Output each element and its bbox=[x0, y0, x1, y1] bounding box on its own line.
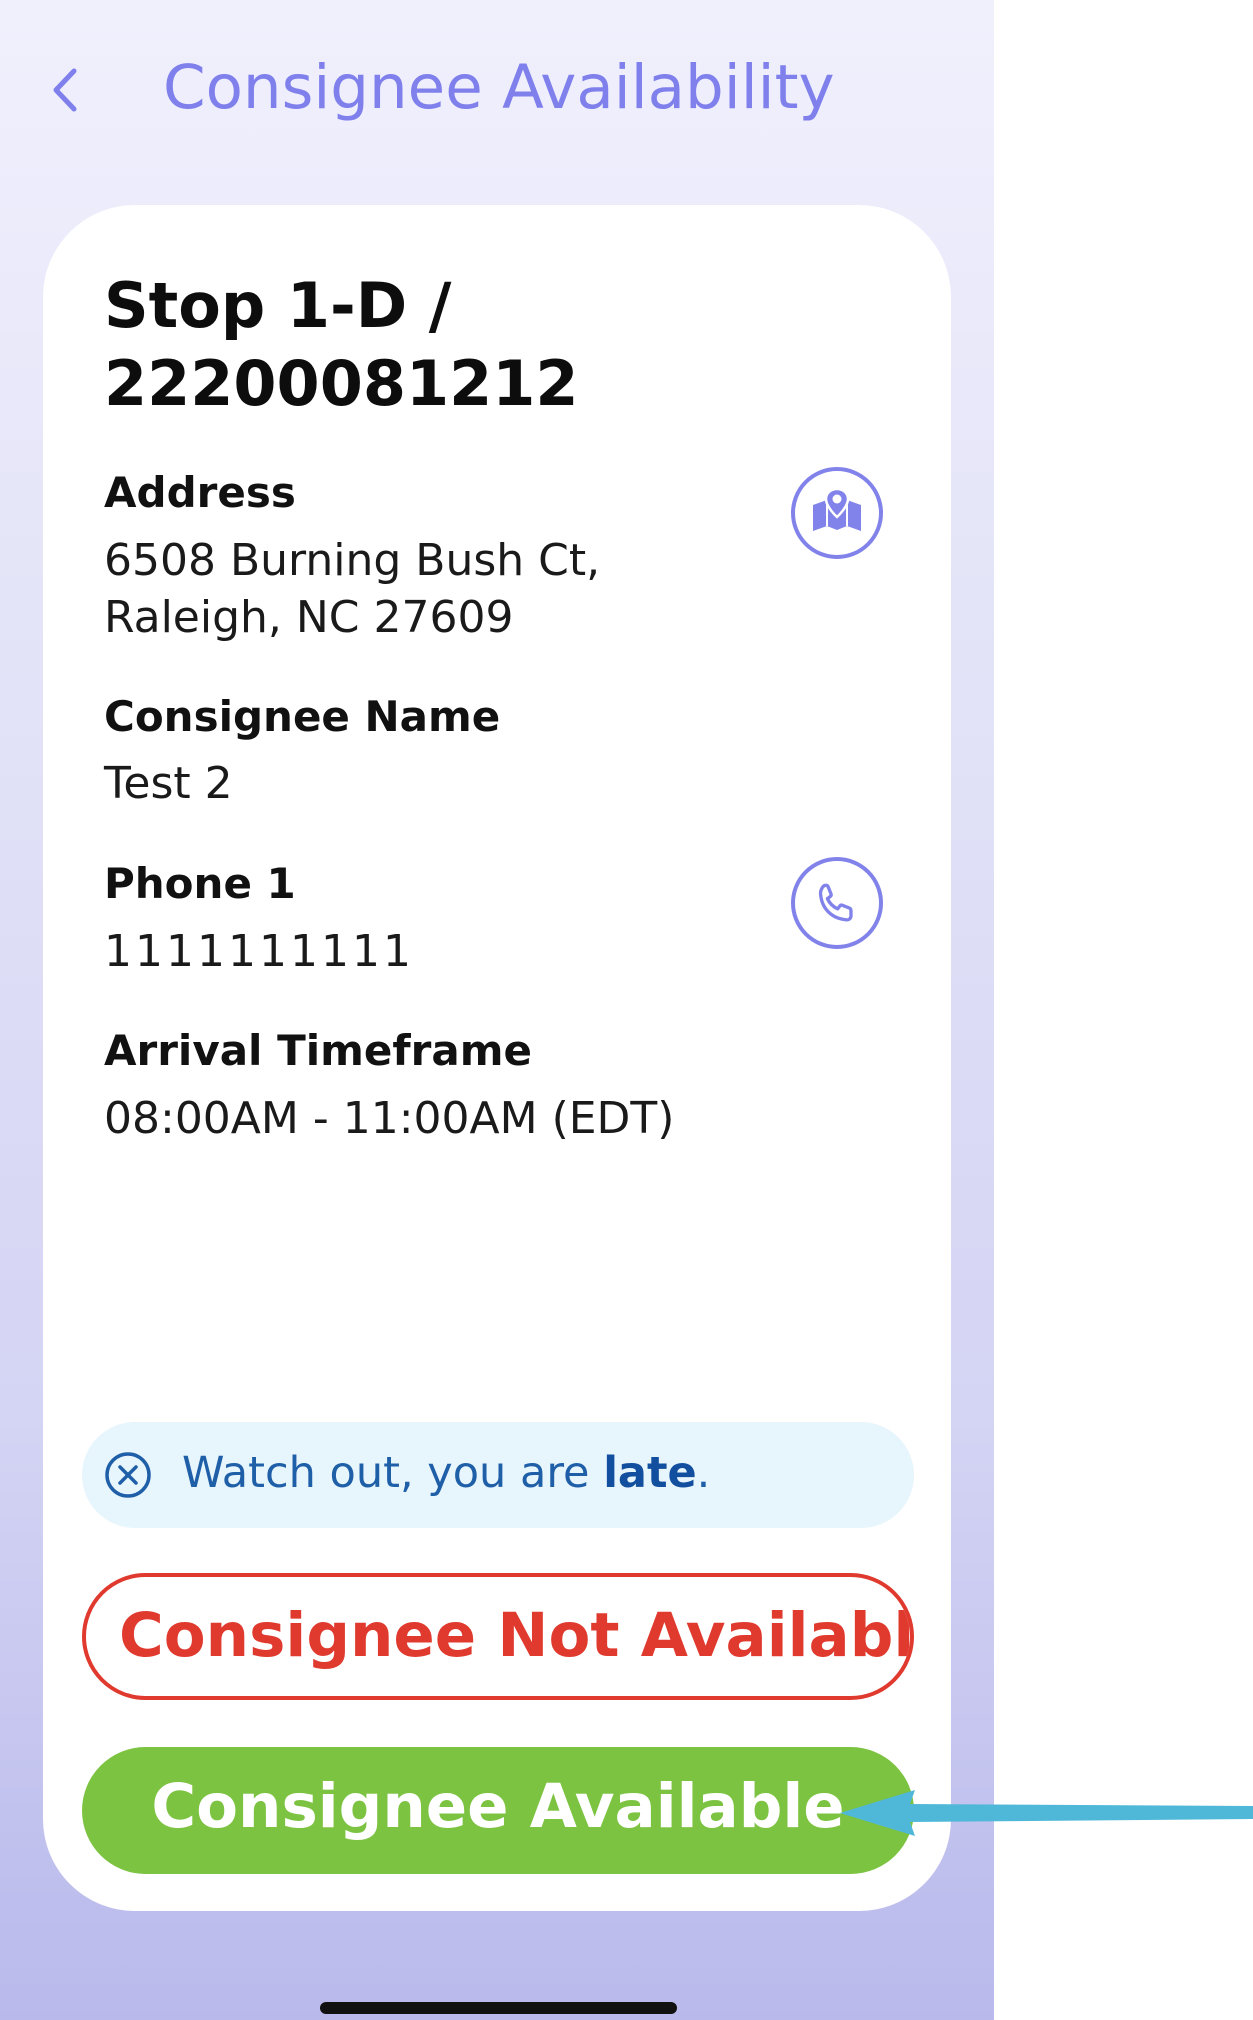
page-title: Consignee Availability bbox=[163, 52, 835, 123]
call-button[interactable] bbox=[791, 857, 883, 949]
map-button[interactable] bbox=[791, 467, 883, 559]
header: Consignee Availability bbox=[0, 0, 994, 170]
arrival-timeframe-label: Arrival Timeframe bbox=[104, 1026, 532, 1075]
consignee-available-label: Consignee Available bbox=[151, 1771, 845, 1842]
consignee-not-available-label: Consignee Not Available bbox=[119, 1600, 914, 1671]
address-value: 6508 Burning Bush Ct, Raleigh, NC 27609 bbox=[104, 535, 601, 643]
late-alert-text: Watch out, you are late. bbox=[182, 1448, 710, 1498]
close-circle-icon[interactable] bbox=[104, 1451, 152, 1499]
home-indicator bbox=[320, 2002, 677, 2014]
stop-details-card: Stop 1-D / 22200081212 Address 6508 Burn… bbox=[43, 205, 951, 1911]
phone-icon bbox=[818, 883, 853, 922]
back-button[interactable] bbox=[40, 55, 90, 125]
annotation-arrow-icon bbox=[840, 1790, 1253, 1836]
arrival-timeframe-value: 08:00AM - 11:00AM (EDT) bbox=[104, 1093, 675, 1144]
consignee-name-value: Test 2 bbox=[104, 758, 233, 809]
late-alert-suffix: . bbox=[696, 1448, 711, 1498]
phone-label: Phone 1 bbox=[104, 859, 296, 908]
phone-screen: Consignee Availability Stop 1-D / 222000… bbox=[0, 0, 994, 2020]
late-alert-prefix: Watch out, you are bbox=[182, 1448, 604, 1498]
map-icon bbox=[813, 487, 861, 531]
address-label: Address bbox=[104, 468, 296, 517]
chevron-left-icon bbox=[53, 68, 77, 112]
consignee-available-button[interactable]: Consignee Available bbox=[82, 1747, 914, 1874]
consignee-name-label: Consignee Name bbox=[104, 692, 501, 741]
stop-title: Stop 1-D / 22200081212 bbox=[104, 269, 579, 420]
phone-value: 1111111111 bbox=[104, 926, 414, 977]
late-alert: Watch out, you are late. bbox=[82, 1422, 914, 1528]
late-alert-strong: late bbox=[603, 1448, 697, 1498]
consignee-not-available-button[interactable]: Consignee Not Available bbox=[82, 1573, 914, 1700]
